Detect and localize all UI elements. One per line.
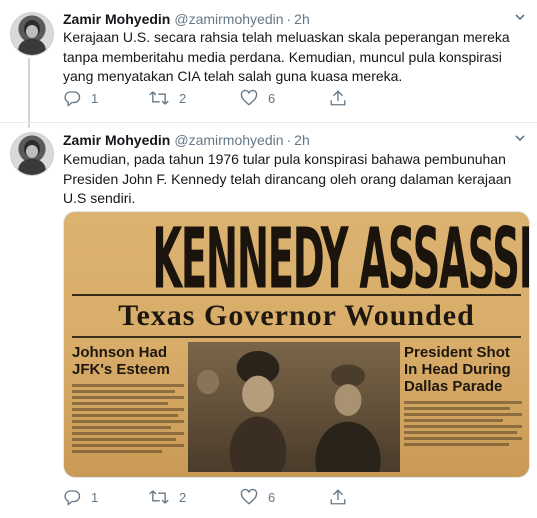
reply-button[interactable]: 1 bbox=[63, 88, 98, 108]
separator-dot: · bbox=[286, 132, 292, 148]
share-icon bbox=[329, 89, 347, 107]
retweet-count: 2 bbox=[179, 90, 187, 106]
like-count: 6 bbox=[268, 489, 276, 505]
retweet-button[interactable]: 2 bbox=[149, 88, 186, 108]
tweet-actions: 1 2 6 bbox=[63, 487, 383, 507]
retweet-count: 2 bbox=[179, 489, 187, 505]
newspaper-photo bbox=[188, 342, 400, 472]
right-column-headline: President Shot In Head During Dallas Par… bbox=[404, 344, 511, 395]
avatar[interactable] bbox=[10, 132, 54, 176]
like-button[interactable]: 6 bbox=[240, 487, 275, 507]
tweet-timestamp[interactable]: 2h bbox=[294, 11, 310, 27]
tweet-text: Kerajaan U.S. secara rahsia telah meluas… bbox=[63, 29, 510, 84]
heart-icon bbox=[240, 488, 258, 506]
author-handle[interactable]: @zamirmohyedin bbox=[174, 11, 283, 27]
retweet-icon bbox=[149, 89, 169, 107]
newspaper-rule bbox=[72, 294, 521, 296]
newspaper-subheadline: Texas Governor Wounded bbox=[118, 299, 475, 332]
share-button[interactable] bbox=[329, 487, 347, 507]
tweet-2[interactable]: Zamir Mohyedin @zamirmohyedin · 2h Kemudian… bbox=[0, 123, 537, 518]
heart-icon bbox=[240, 89, 258, 107]
author-name[interactable]: Zamir Mohyedin bbox=[63, 11, 170, 27]
tweet-header: Zamir Mohyedin @zamirmohyedin · 2h bbox=[63, 10, 310, 28]
column-body-text bbox=[72, 384, 184, 453]
reply-count: 1 bbox=[91, 489, 99, 505]
share-icon bbox=[329, 488, 347, 506]
chevron-down-icon[interactable] bbox=[515, 135, 525, 145]
tweet-actions: 1 2 6 bbox=[63, 88, 383, 108]
newspaper-right-column: President Shot In Head During Dallas Par… bbox=[404, 344, 522, 449]
tweet-text: Kemudian, pada tahun 1976 tular pula kon… bbox=[63, 151, 512, 206]
retweet-icon bbox=[149, 488, 169, 506]
newspaper-rule bbox=[72, 336, 521, 338]
share-button[interactable] bbox=[329, 88, 347, 108]
like-button[interactable]: 6 bbox=[240, 88, 275, 108]
reply-count: 1 bbox=[91, 90, 99, 106]
chevron-down-icon[interactable] bbox=[515, 14, 525, 24]
newspaper-banner-headline: KENNEDY ASSASSINATED bbox=[152, 211, 529, 308]
tweet-timestamp[interactable]: 2h bbox=[294, 132, 310, 148]
like-count: 6 bbox=[268, 90, 276, 106]
left-column-headline: Johnson Had JFK's Esteem bbox=[72, 344, 170, 378]
tweet-image-newspaper[interactable]: KENNEDY ASSASSINATED Texas Governor Woun… bbox=[63, 211, 530, 478]
author-handle[interactable]: @zamirmohyedin bbox=[174, 132, 283, 148]
reply-button[interactable]: 1 bbox=[63, 487, 98, 507]
column-body-text bbox=[404, 401, 522, 446]
reply-icon bbox=[63, 488, 81, 506]
author-name[interactable]: Zamir Mohyedin bbox=[63, 132, 170, 148]
newspaper-left-column: Johnson Had JFK's Esteem bbox=[72, 344, 184, 456]
tweet-header: Zamir Mohyedin @zamirmohyedin · 2h bbox=[63, 131, 310, 149]
avatar[interactable] bbox=[10, 12, 54, 56]
retweet-button[interactable]: 2 bbox=[149, 487, 186, 507]
tweet-1[interactable]: Zamir Mohyedin @zamirmohyedin · 2h Kerajaan… bbox=[0, 0, 537, 123]
reply-icon bbox=[63, 89, 81, 107]
separator-dot: · bbox=[286, 11, 292, 27]
